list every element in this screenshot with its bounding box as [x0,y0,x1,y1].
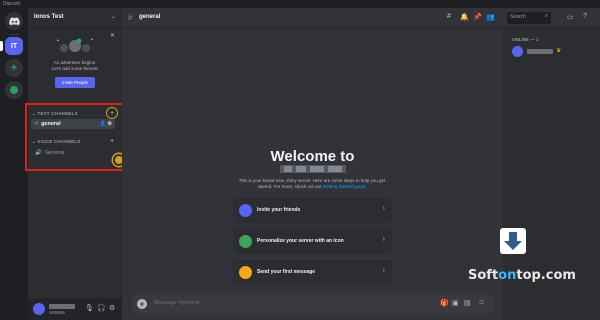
watermark-text: Softontop.com [468,268,576,283]
server-icon-it[interactable]: IT [5,37,23,55]
microphone-icon[interactable]: 🎙 [85,304,94,312]
hashtag-icon: # [128,13,133,22]
username-blurred [49,304,75,309]
invite-card: ✕ An adventure begins. Let's add some fr… [33,32,117,102]
rail-separator [9,34,19,35]
welcome-subtitle: This is your brand new, shiny server. He… [232,178,392,190]
emoji-icon[interactable]: ☺ [478,299,485,306]
chevron-down-icon: ⌄ [110,14,116,20]
threads-icon[interactable]: # [447,13,451,20]
action-label: Personalize your server with an icon [257,238,344,244]
invite-icon [239,204,252,217]
header-tools: Search ⌕ ▭ ? [503,8,600,28]
attach-plus-icon[interactable]: + [137,299,147,309]
compass-icon [10,86,18,94]
watermark: Softontop.com [468,228,588,288]
server-name: Ionos Test [34,14,64,20]
action-invite-friends[interactable]: Invite your friends › [233,198,392,223]
header-channel-name: general [139,14,161,20]
download-logo-icon [500,228,526,254]
help-icon[interactable]: ? [583,13,587,20]
action-label: Invite your friends [257,207,301,213]
user-panel: 🎙 🎧 ⚙ [28,298,122,320]
search-icon: ⌕ [544,13,548,19]
download-arrow-icon [504,232,522,250]
personalize-icon [239,235,252,248]
invite-line-2: Let's add some friends! [51,66,99,71]
chevron-right-icon: › [382,205,385,212]
members-group-label: ONLINE — 1 [512,37,539,42]
search-input[interactable]: Search ⌕ [507,12,551,24]
add-server-button[interactable]: + [5,59,23,77]
close-icon[interactable]: ✕ [110,32,115,39]
message-icon [239,266,252,279]
discord-app: Discord IT + Ionos Test ⌄ ✕ An adventure [0,0,600,320]
avatar[interactable] [33,303,45,315]
bell-icon[interactable]: 🔔 [460,13,469,21]
server-header[interactable]: Ionos Test ⌄ [28,8,122,28]
composer-placeholder: Message #general [154,300,200,306]
message-composer[interactable]: + Message #general 🎁 ▣ ▤ ☺ [132,295,494,313]
getting-started-link[interactable]: Getting Started guide. [323,184,367,189]
server-rail: IT + [0,8,28,320]
invite-line-1: An adventure begins. [53,60,97,65]
action-first-message[interactable]: Send your first message › [233,260,392,285]
action-personalize[interactable]: Personalize your server with an icon › [233,229,392,254]
member-name-blurred[interactable] [527,49,553,54]
pin-icon[interactable]: 📌 [473,13,482,21]
inbox-icon[interactable]: ▭ [567,13,574,21]
chevron-right-icon: › [382,236,385,243]
discord-logo-icon [8,16,20,25]
crown-icon: ♛ [556,48,562,54]
watermark-part-2: on [498,268,517,283]
friends-illustration-icon [57,38,93,52]
selected-server-indicator [0,41,3,51]
explore-servers-button[interactable] [5,81,23,99]
action-label: Send your first message [257,269,316,275]
chevron-right-icon: › [382,267,385,274]
home-button[interactable] [5,12,23,30]
search-placeholder: Search [510,14,526,20]
server-name-blurred [280,165,346,173]
title-bar: Discord [0,0,600,8]
gift-icon[interactable]: 🎁 [440,299,449,307]
members-icon[interactable]: 👥 [486,13,495,21]
headphones-icon[interactable]: 🎧 [97,304,106,312]
window-title: Discord [3,1,20,7]
highlight-ring [106,107,118,119]
sticker-icon[interactable]: ▤ [464,299,471,307]
watermark-part-1: Soft [468,268,499,283]
user-tag-blurred [49,311,65,314]
channel-header: # general # 🔔 📌 👥 [122,8,503,28]
gif-icon[interactable]: ▣ [452,299,459,307]
main-chat: # general # 🔔 📌 👥 Welcome to This is you… [122,8,503,320]
welcome-title: Welcome to [270,148,355,165]
member-avatar[interactable] [512,46,523,57]
invite-people-button[interactable]: Invite People [55,77,95,88]
settings-gear-icon[interactable]: ⚙ [109,304,115,312]
watermark-part-3: top.com [516,268,576,283]
